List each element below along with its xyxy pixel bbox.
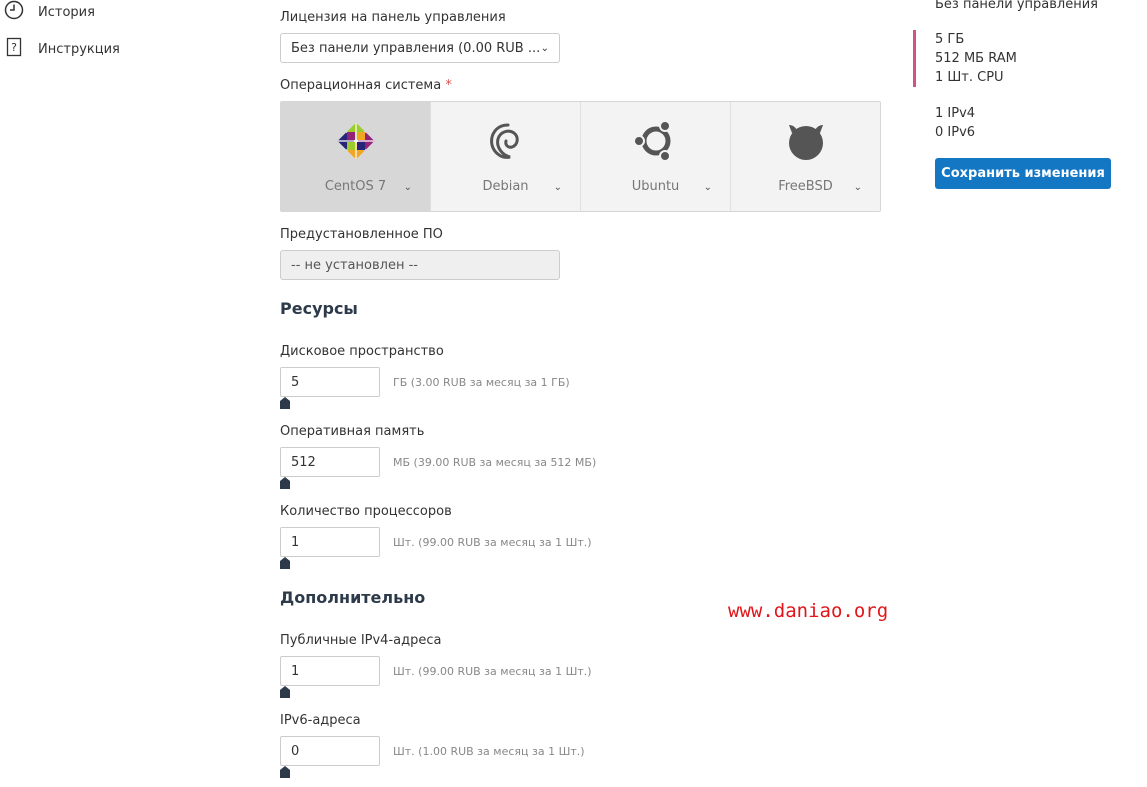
- ram-input[interactable]: 512: [280, 447, 380, 477]
- chevron-down-icon[interactable]: ⌄: [404, 182, 412, 193]
- ipv4-input-value: 1: [291, 663, 300, 679]
- os-option-debian[interactable]: Debian ⌄: [431, 102, 581, 211]
- cpu-input-value: 1: [291, 534, 300, 550]
- freebsd-logo-icon: [788, 125, 823, 160]
- summary-accent-bar: [913, 30, 916, 87]
- debian-logo-icon: [489, 123, 519, 159]
- chevron-down-icon[interactable]: ⌄: [704, 182, 712, 193]
- chevron-down-icon[interactable]: ⌄: [854, 182, 862, 193]
- cpu-price-hint: Шт. (99.00 RUB за месяц за 1 Шт.): [393, 536, 592, 549]
- chevron-down-icon: ⌄: [540, 42, 549, 54]
- ipv4-label: Публичные IPv4-адреса: [280, 633, 442, 648]
- summary-resources: 5 ГБ 512 МБ RAM 1 Шт. CPU: [935, 30, 1017, 87]
- cpu-slider-handle[interactable]: [280, 557, 290, 569]
- cpu-label: Количество процессоров: [280, 504, 452, 519]
- os-option-freebsd[interactable]: FreeBSD ⌄: [731, 102, 880, 211]
- ipv6-input-value: 0: [291, 743, 300, 759]
- ram-label: Оперативная память: [280, 424, 425, 439]
- summary-panel-name: Без панели управления: [935, 0, 1098, 12]
- summary-ram: 512 МБ RAM: [935, 51, 1017, 66]
- ram-slider-handle[interactable]: [280, 477, 290, 489]
- ipv6-input[interactable]: 0: [280, 736, 380, 766]
- watermark-text: www.daniao.org: [728, 600, 889, 622]
- ipv4-input[interactable]: 1: [280, 656, 380, 686]
- preinstalled-select-value: -- не установлен --: [291, 257, 418, 273]
- preinstalled-select: -- не установлен --: [280, 250, 560, 280]
- chevron-down-icon[interactable]: ⌄: [554, 182, 562, 193]
- preinstalled-label: Предустановленное ПО: [280, 227, 443, 242]
- ipv6-price-hint: Шт. (1.00 RUB за месяц за 1 Шт.): [393, 745, 585, 758]
- disk-price-hint: ГБ (3.00 RUB за месяц за 1 ГБ): [393, 376, 570, 389]
- help-doc-icon: ?: [4, 37, 24, 61]
- disk-slider-handle[interactable]: [280, 397, 290, 409]
- summary-ipv4: 1 IPv4: [935, 106, 976, 121]
- summary-ipv6: 0 IPv6: [935, 125, 976, 140]
- license-select-value: Без панели управления (0.00 RUB ...: [291, 40, 541, 56]
- sidebar-item-history[interactable]: История: [4, 0, 95, 24]
- license-label: Лицензия на панель управления: [280, 10, 506, 25]
- sidebar-item-label: Инструкция: [38, 41, 120, 57]
- ipv4-slider-handle[interactable]: [280, 686, 290, 698]
- disk-input[interactable]: 5: [280, 367, 380, 397]
- ipv6-label: IPv6-адреса: [280, 713, 361, 728]
- summary-disk: 5 ГБ: [935, 32, 965, 47]
- save-changes-button[interactable]: Сохранить изменения: [935, 158, 1111, 189]
- extra-heading: Дополнительно: [280, 588, 426, 607]
- license-select[interactable]: Без панели управления (0.00 RUB ... ⌄: [280, 33, 560, 63]
- history-icon: [4, 0, 24, 24]
- ubuntu-logo-icon: [633, 120, 671, 162]
- sidebar-item-label: История: [38, 4, 95, 20]
- sidebar-item-instructions[interactable]: ? Инструкция: [4, 37, 120, 61]
- resources-heading: Ресурсы: [280, 299, 358, 318]
- os-label: Операционная система *: [280, 78, 452, 93]
- os-option-centos[interactable]: CentOS 7 ⌄: [281, 102, 431, 211]
- cpu-input[interactable]: 1: [280, 527, 380, 557]
- os-option-ubuntu[interactable]: Ubuntu ⌄: [581, 102, 731, 211]
- required-mark: *: [445, 78, 452, 93]
- os-label-text: Операционная система: [280, 78, 442, 93]
- ram-price-hint: МБ (39.00 RUB за месяц за 512 МБ): [393, 456, 597, 469]
- disk-label: Дисковое пространство: [280, 344, 444, 359]
- summary-cpu: 1 Шт. CPU: [935, 70, 1004, 85]
- disk-input-value: 5: [291, 374, 300, 390]
- ram-input-value: 512: [291, 454, 316, 470]
- ipv4-price-hint: Шт. (99.00 RUB за месяц за 1 Шт.): [393, 665, 592, 678]
- centos-logo-icon: [337, 122, 374, 160]
- os-picker: CentOS 7 ⌄ Debian ⌄ Ubuntu ⌄ FreeBSD ⌄: [280, 101, 881, 212]
- summary-network: 1 IPv4 0 IPv6: [935, 104, 975, 142]
- ipv6-slider-handle[interactable]: [280, 766, 290, 778]
- svg-text:?: ?: [11, 41, 17, 54]
